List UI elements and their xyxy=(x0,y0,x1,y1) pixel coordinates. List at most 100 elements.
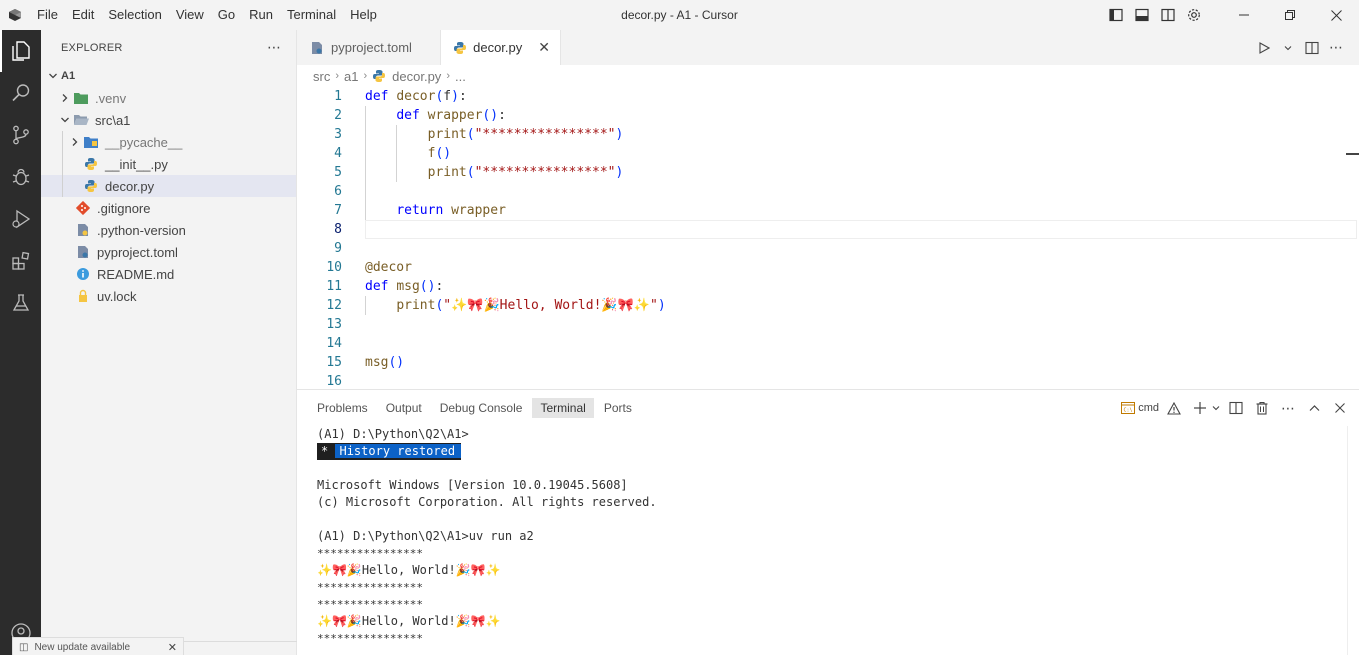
menu-view[interactable]: View xyxy=(169,0,211,30)
svg-text:C:\: C:\ xyxy=(1124,408,1133,414)
split-editor-button[interactable] xyxy=(1301,37,1323,59)
history-message: History restored xyxy=(335,444,462,458)
restore-button[interactable] xyxy=(1267,0,1313,30)
line-number: 8 xyxy=(334,222,342,237)
tab-label: pyproject.toml xyxy=(331,40,412,55)
tab-output[interactable]: Output xyxy=(378,398,430,418)
tree-item-venv[interactable]: .venv xyxy=(41,87,296,109)
toggle-panel-button[interactable] xyxy=(1129,0,1155,30)
menu-go[interactable]: Go xyxy=(211,0,242,30)
tree-root-a1[interactable]: A1 xyxy=(41,65,296,87)
line-number: 2 xyxy=(334,108,342,123)
activity-explorer[interactable] xyxy=(0,30,41,72)
breadcrumb-item[interactable]: ... xyxy=(455,69,466,84)
line-number: 11 xyxy=(326,279,342,294)
tree-item-decor-py[interactable]: decor.py xyxy=(41,175,296,197)
tab-decor-py[interactable]: decor.py ✕ xyxy=(441,30,561,65)
chevron-up-icon xyxy=(1309,405,1319,411)
tree-item-init-py[interactable]: __init__.py xyxy=(41,153,296,175)
tree-item-gitignore[interactable]: .gitignore xyxy=(41,197,296,219)
code-editor[interactable]: 1 def decor(f): 2 def wrapper(): 3 print… xyxy=(297,87,1359,389)
terminal-scrollbar[interactable] xyxy=(1347,426,1359,655)
tab-label: decor.py xyxy=(473,40,523,55)
breadcrumb-item[interactable]: decor.py xyxy=(392,69,441,84)
new-terminal-button[interactable] xyxy=(1189,396,1211,420)
menu-file[interactable]: File xyxy=(30,0,65,30)
tree-item-pyproject[interactable]: pyproject.toml xyxy=(41,241,296,263)
toggle-sidebar-button[interactable] xyxy=(1103,0,1129,30)
activity-testing[interactable] xyxy=(0,282,41,324)
code-text: f() xyxy=(427,146,452,161)
tree-item-src-a1[interactable]: src\a1 xyxy=(41,109,296,131)
chevron-down-icon xyxy=(1212,406,1220,411)
secondary-sidebar-icon xyxy=(1161,8,1175,22)
bug-icon xyxy=(12,168,29,186)
bottom-panel: Problems Output Debug Console Terminal P… xyxy=(297,389,1359,655)
panel-more-actions-icon[interactable]: ⋯ xyxy=(1277,396,1299,420)
menu-selection[interactable]: Selection xyxy=(101,0,168,30)
maximize-panel-button[interactable] xyxy=(1303,396,1325,420)
close-tab-icon[interactable]: ✕ xyxy=(538,39,550,56)
play-icon xyxy=(1259,41,1270,54)
tree-item-label: src\a1 xyxy=(95,112,131,128)
menu-help[interactable]: Help xyxy=(343,0,384,30)
close-icon[interactable]: ✕ xyxy=(168,641,177,654)
terminal-line: * History restored xyxy=(317,443,657,460)
terminal-shell-button[interactable]: C:\ cmd xyxy=(1121,396,1159,420)
tree-item-uv-lock[interactable]: uv.lock xyxy=(41,285,296,307)
settings-file-icon xyxy=(75,222,91,238)
chevron-right-icon: › xyxy=(446,70,450,82)
minimize-icon xyxy=(1239,14,1249,16)
update-notification[interactable]: ◫ New update available ✕ xyxy=(12,637,184,655)
close-panel-button[interactable] xyxy=(1329,396,1351,420)
tab-terminal[interactable]: Terminal xyxy=(532,398,594,418)
tree-item-python-version[interactable]: .python-version xyxy=(41,219,296,241)
tree-item-pycache[interactable]: __pycache__ xyxy=(41,131,296,153)
cursor-logo-icon xyxy=(0,0,30,30)
settings-button[interactable] xyxy=(1181,0,1207,30)
menu-edit[interactable]: Edit xyxy=(65,0,101,30)
tree-item-readme[interactable]: README.md xyxy=(41,263,296,285)
line-number: 3 xyxy=(334,127,342,142)
run-dropdown-button[interactable] xyxy=(1277,37,1299,59)
toggle-secondary-sidebar-button[interactable] xyxy=(1155,0,1181,30)
activity-extensions[interactable] xyxy=(0,240,41,282)
close-window-button[interactable] xyxy=(1313,0,1359,30)
python-icon xyxy=(372,69,386,83)
activity-source-control[interactable] xyxy=(0,114,41,156)
terminal-output[interactable]: (A1) D:\Python\Q2\A1> * History restored… xyxy=(317,426,657,647)
more-actions-icon[interactable]: ⋯ xyxy=(267,39,282,56)
tab-problems[interactable]: Problems xyxy=(309,398,376,418)
terminal-line: Microsoft Windows [Version 10.0.19045.56… xyxy=(317,478,628,492)
breadcrumb-item[interactable]: a1 xyxy=(344,69,358,84)
activity-debug[interactable] xyxy=(0,156,41,198)
activity-search[interactable] xyxy=(0,72,41,114)
chevron-right-icon xyxy=(67,134,83,150)
menu-run[interactable]: Run xyxy=(242,0,280,30)
kill-terminal-button[interactable] xyxy=(1251,396,1273,420)
code-line: 14 xyxy=(297,334,1359,353)
terminal-line: ✨🎀🎉Hello, World!🎉🎀✨ xyxy=(317,563,501,577)
close-icon xyxy=(1335,403,1345,413)
run-debug-icon xyxy=(11,209,30,229)
chevron-right-icon: › xyxy=(335,70,340,82)
split-terminal-button[interactable] xyxy=(1225,396,1247,420)
line-number: 14 xyxy=(326,336,342,351)
minimize-button[interactable] xyxy=(1221,0,1267,30)
tree-item-label: decor.py xyxy=(105,178,155,194)
editor-more-actions-icon[interactable]: ⋯ xyxy=(1325,37,1347,59)
menu-terminal[interactable]: Terminal xyxy=(280,0,343,30)
activity-bar xyxy=(0,30,41,655)
terminal-dropdown-button[interactable] xyxy=(1211,396,1221,420)
terminal-line: (c) Microsoft Corporation. All rights re… xyxy=(317,495,657,509)
run-button[interactable] xyxy=(1253,37,1275,59)
activity-run-debug[interactable] xyxy=(0,198,41,240)
warning-icon[interactable] xyxy=(1163,396,1185,420)
tab-ports[interactable]: Ports xyxy=(596,398,640,418)
terminal-line: **************** xyxy=(317,581,423,594)
tab-pyproject[interactable]: pyproject.toml xyxy=(297,30,441,65)
line-number: 5 xyxy=(334,165,342,180)
breadcrumb-item[interactable]: src xyxy=(313,69,330,84)
tab-debug-console[interactable]: Debug Console xyxy=(432,398,531,418)
